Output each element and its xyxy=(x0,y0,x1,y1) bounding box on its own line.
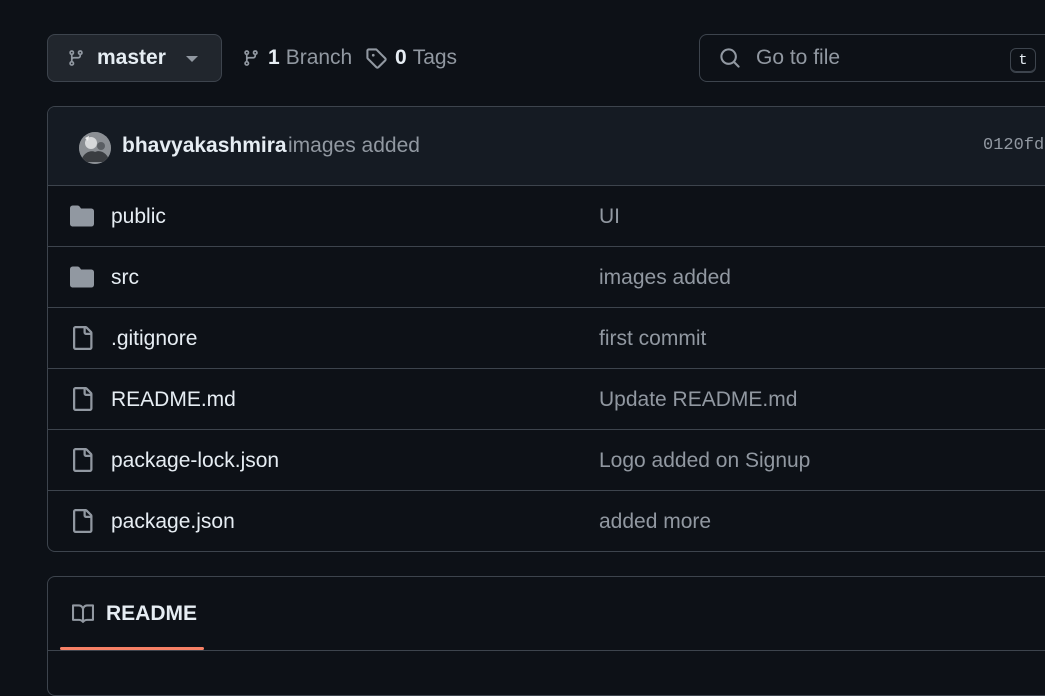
branch-count: 1 xyxy=(268,46,280,69)
divider xyxy=(48,650,1045,651)
tag-label: Tags xyxy=(412,46,458,69)
go-to-file-search[interactable]: t xyxy=(699,34,1045,82)
branch-selector-button[interactable]: master xyxy=(47,34,222,82)
tags-link[interactable]: 0 Tags xyxy=(365,34,457,82)
file-row[interactable]: package.json added more xyxy=(48,491,1045,551)
file-icon xyxy=(70,387,94,411)
file-commit-message-link[interactable]: Logo added on Signup xyxy=(599,449,810,473)
tab-readme-label: README xyxy=(106,602,198,625)
caret-down-icon xyxy=(186,56,198,63)
commit-author-link[interactable]: bhavyakashmira xyxy=(122,134,287,158)
keyboard-shortcut-hint: t xyxy=(1010,48,1036,73)
file-icon xyxy=(70,509,94,533)
file-list: public UI src images added .gitignore fi… xyxy=(48,186,1045,551)
file-commit-message-link[interactable]: images added xyxy=(599,266,731,290)
file-name-link[interactable]: src xyxy=(111,266,139,290)
readme-panel: README xyxy=(47,576,1045,696)
file-icon xyxy=(70,448,94,472)
file-icon xyxy=(70,326,94,350)
git-branch-icon xyxy=(242,47,260,69)
file-commit-message-link[interactable]: first commit xyxy=(599,327,706,351)
git-branch-icon xyxy=(67,47,85,69)
file-row[interactable]: README.md Update README.md xyxy=(48,369,1045,430)
go-to-file-input[interactable] xyxy=(754,45,984,71)
book-icon xyxy=(71,603,95,625)
avatar[interactable] xyxy=(79,132,111,164)
folder-icon xyxy=(70,204,94,228)
file-commit-message-link[interactable]: Update README.md xyxy=(599,388,797,412)
latest-commit-bar: bhavyakashmira images added 0120fd6 xyxy=(48,107,1045,186)
file-row[interactable]: package-lock.json Logo added on Signup xyxy=(48,430,1045,491)
file-name-link[interactable]: README.md xyxy=(111,388,236,412)
file-name-link[interactable]: .gitignore xyxy=(111,327,197,351)
search-icon xyxy=(719,47,741,69)
branch-name: master xyxy=(97,46,166,69)
file-row[interactable]: src images added xyxy=(48,247,1045,308)
file-name-link[interactable]: package-lock.json xyxy=(111,449,279,473)
commit-sha-link[interactable]: 0120fd6 xyxy=(983,136,1045,155)
file-row[interactable]: public UI xyxy=(48,186,1045,247)
branches-link[interactable]: 1 Branch xyxy=(242,34,352,82)
commit-message-link[interactable]: images added xyxy=(288,134,420,158)
file-row[interactable]: .gitignore first commit xyxy=(48,308,1045,369)
tab-readme[interactable]: README xyxy=(60,577,204,651)
folder-icon xyxy=(70,265,94,289)
branch-label: Branch xyxy=(285,46,353,69)
file-name-link[interactable]: public xyxy=(111,205,166,229)
file-browser: bhavyakashmira images added 0120fd6 publ… xyxy=(47,106,1045,552)
file-name-link[interactable]: package.json xyxy=(111,510,235,534)
tag-count: 0 xyxy=(395,46,407,69)
file-commit-message-link[interactable]: added more xyxy=(599,510,711,534)
file-commit-message-link[interactable]: UI xyxy=(599,205,620,229)
tag-icon xyxy=(365,47,387,69)
